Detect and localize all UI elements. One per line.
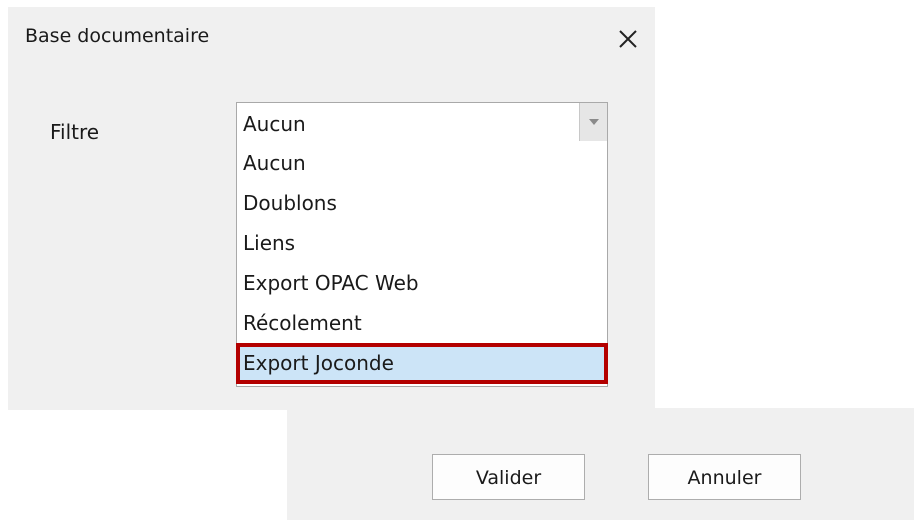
dialog-title: Base documentaire	[25, 25, 210, 47]
option-export-joconde-highlighted[interactable]: Export Joconde	[236, 343, 608, 384]
validate-button[interactable]: Valider	[432, 454, 585, 500]
option-recolement[interactable]: Récolement	[237, 303, 607, 343]
screenshot-stage: Base documentaire Filtre Aucun Aucun Dou…	[0, 0, 914, 520]
cancel-button[interactable]: Annuler	[648, 454, 801, 500]
option-liens[interactable]: Liens	[237, 223, 607, 263]
filter-selected-value: Aucun	[243, 112, 306, 136]
close-icon[interactable]	[613, 24, 643, 54]
option-export-opac-web[interactable]: Export OPAC Web	[237, 263, 607, 303]
option-aucun[interactable]: Aucun	[237, 143, 607, 183]
close-icon-glyph	[619, 30, 637, 48]
option-doublons[interactable]: Doublons	[237, 183, 607, 223]
filter-label: Filtre	[50, 120, 100, 144]
filter-select[interactable]: Aucun	[236, 102, 608, 142]
filter-options-list: Aucun Doublons Liens Export OPAC Web Réc…	[236, 141, 608, 387]
chevron-down-icon	[589, 119, 599, 125]
footer-panel	[287, 408, 914, 520]
dropdown-button[interactable]	[579, 103, 607, 141]
